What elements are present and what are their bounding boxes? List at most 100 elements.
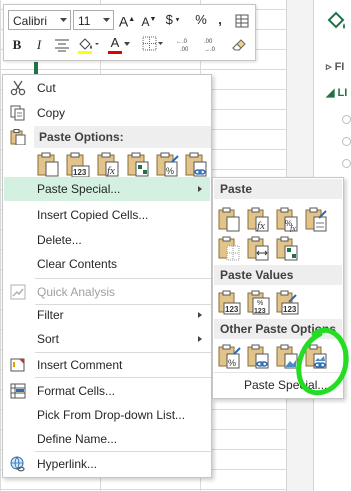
italic-button[interactable]: I	[32, 36, 46, 54]
pane-section-line[interactable]: ◢ LI	[326, 86, 347, 99]
svg-text:%: %	[257, 300, 263, 307]
menu-item-delete[interactable]: Delete...	[4, 228, 210, 252]
submenu-paste-header: Paste	[214, 179, 342, 199]
comma-button[interactable]: ,	[214, 11, 226, 29]
menu-item-sort-label: Sort	[37, 332, 60, 346]
menu-item-insert-copied-cells-label: Insert Copied Cells...	[37, 208, 149, 222]
paste-icon[interactable]	[217, 206, 241, 232]
currency-button[interactable]: $ ▼	[162, 11, 184, 29]
pane-section-fill[interactable]: ▹ FI	[326, 60, 344, 73]
pane-section-fill-label: FI	[334, 61, 345, 73]
paste-icon[interactable]	[35, 151, 61, 179]
menu-item-insert-comment[interactable]: Insert Comment	[4, 353, 210, 377]
paste-formatting-icon[interactable]: %	[154, 151, 180, 179]
font-color-button[interactable]: A	[108, 34, 122, 52]
menu-item-filter[interactable]: Filter	[4, 303, 210, 327]
menu-item-filter-label: Filter	[37, 308, 64, 322]
radio-option-2[interactable]	[342, 137, 351, 146]
paste-keep-source-formatting-icon[interactable]	[304, 206, 328, 232]
svg-text:←.0: ←.0	[176, 39, 188, 45]
fill-color-icon[interactable]	[76, 35, 100, 55]
menu-item-cut[interactable]: Cut	[4, 76, 210, 100]
radio-option-3[interactable]	[342, 159, 351, 168]
pane-section-line-label: LI	[337, 87, 348, 99]
paste-values-number-format-icon[interactable]: % 123	[246, 289, 270, 315]
paste-linked-picture-icon[interactable]	[304, 343, 328, 369]
comment-icon	[10, 358, 25, 372]
paste-link-icon[interactable]	[246, 343, 270, 369]
paste-values-source-formatting-icon[interactable]: 123	[275, 289, 299, 315]
paste-formulas-number-format-icon[interactable]: % fx	[275, 206, 299, 232]
paste-formulas-icon[interactable]: fx	[95, 151, 121, 179]
paste-options-header: Paste Options:	[34, 126, 211, 148]
menu-separator	[35, 278, 211, 279]
grow-font-button[interactable]: A▲	[118, 11, 136, 30]
percent-button[interactable]: %	[193, 11, 209, 29]
submenu-paste-special-item[interactable]: Paste Special...	[214, 372, 342, 396]
svg-text:fx: fx	[257, 220, 265, 232]
submenu-paste-header-label: Paste	[220, 182, 253, 196]
increase-decimal-icon[interactable]: ←.0 .00	[176, 36, 198, 52]
menu-item-delete-label: Delete...	[37, 233, 82, 247]
menu-item-copy-label: Copy	[37, 106, 66, 120]
submenu-paste-special-label: Paste Special...	[244, 378, 328, 392]
paste-options-header-label: Paste Options:	[39, 130, 124, 144]
menu-item-define-name[interactable]: Define Name...	[4, 427, 210, 451]
shrink-font-button[interactable]: A▼	[140, 11, 158, 29]
menu-separator	[35, 377, 211, 378]
bold-button[interactable]: B	[10, 36, 24, 54]
paste-no-borders-icon[interactable]	[217, 235, 241, 261]
paste-transpose-icon[interactable]	[125, 151, 151, 179]
submenu-paste-values-header-label: Paste Values	[220, 268, 294, 282]
shrink-font-label: A	[141, 15, 150, 29]
svg-text:fx: fx	[290, 224, 296, 232]
quick-analysis-icon	[10, 284, 26, 300]
menu-item-pick-from-list[interactable]: Pick From Drop-down List...	[4, 403, 210, 427]
menu-item-sort[interactable]: Sort	[4, 327, 210, 351]
submenu-arrow-icon	[198, 312, 202, 318]
menu-item-copy[interactable]: Copy	[4, 101, 210, 125]
submenu-arrow-icon	[198, 186, 202, 192]
svg-text:%: %	[228, 358, 236, 368]
svg-text:.00: .00	[204, 39, 213, 45]
menu-item-format-cells[interactable]: Format Cells...	[4, 379, 210, 403]
paste-formulas-icon[interactable]: fx	[246, 206, 270, 232]
decrease-decimal-icon[interactable]: .00 →.0	[202, 36, 224, 52]
expanded-arrow-icon: ◢	[326, 87, 338, 99]
svg-text:123: 123	[73, 168, 87, 177]
clear-eraser-icon[interactable]	[230, 35, 248, 53]
paste-picture-icon[interactable]	[275, 343, 299, 369]
radio-option-1[interactable]	[342, 115, 351, 124]
menu-item-quick-analysis-label: Quick Analysis	[37, 285, 116, 299]
menu-item-hyperlink[interactable]: Hyperlink...	[4, 452, 210, 476]
menu-item-cut-label: Cut	[37, 81, 56, 95]
paste-link-icon[interactable]	[183, 151, 209, 179]
font-name-value: Calibri	[13, 14, 48, 28]
hyperlink-globe-icon	[10, 456, 25, 472]
font-color-label: A	[110, 35, 120, 50]
paste-values-123-icon[interactable]: 123	[64, 151, 90, 179]
menu-item-paste-special[interactable]: Paste Special...	[4, 177, 210, 201]
chevron-down-icon[interactable]	[57, 11, 70, 29]
copy-icon	[10, 105, 25, 121]
chevron-down-icon[interactable]	[100, 11, 113, 29]
font-name-combo[interactable]: Calibri	[8, 10, 71, 30]
comma-label: ,	[218, 12, 222, 27]
menu-item-clear-contents[interactable]: Clear Contents	[4, 252, 210, 276]
borders-icon[interactable]	[142, 36, 164, 52]
paste-column-widths-icon[interactable]	[246, 235, 270, 261]
menu-item-insert-comment-label: Insert Comment	[37, 358, 123, 372]
svg-text:fx: fx	[107, 165, 115, 177]
paste-values-123-icon[interactable]: 123	[217, 289, 241, 315]
font-color-bar	[108, 51, 122, 54]
menu-item-paste-special-label: Paste Special...	[37, 182, 121, 196]
svg-text:123: 123	[283, 305, 297, 314]
menu-item-insert-copied-cells[interactable]: Insert Copied Cells...	[4, 203, 210, 227]
paste-transpose-icon[interactable]	[275, 235, 299, 261]
menu-item-clear-contents-label: Clear Contents	[37, 257, 118, 271]
chevron-down-icon[interactable]	[124, 42, 130, 46]
paste-formatting-icon[interactable]: %	[217, 343, 241, 369]
align-center-icon[interactable]	[55, 39, 69, 52]
font-size-combo[interactable]: 11	[73, 10, 114, 30]
format-painter-icon[interactable]	[234, 13, 250, 29]
